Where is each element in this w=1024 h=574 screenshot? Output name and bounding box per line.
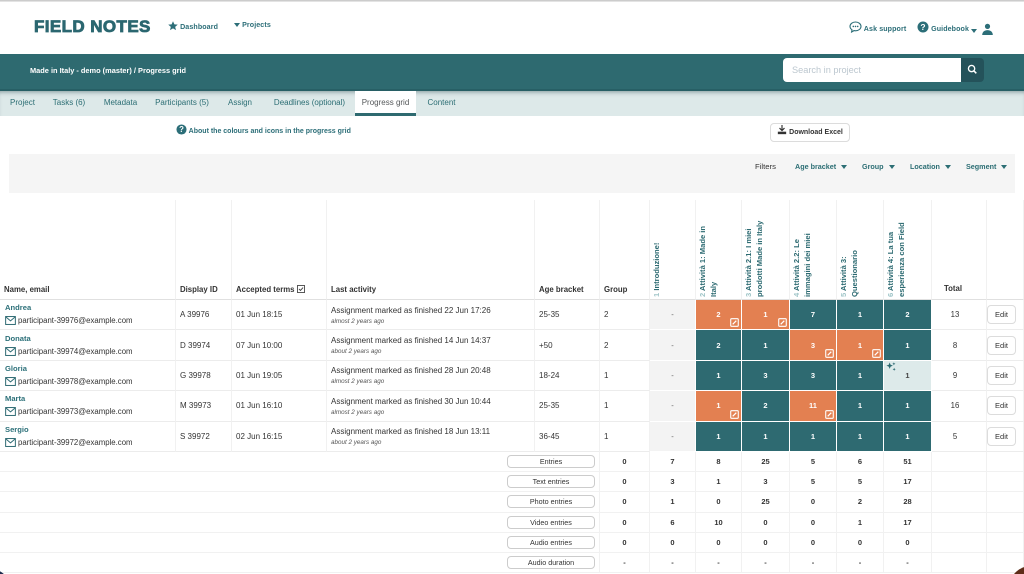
svg-text:?: ? [179,125,184,134]
svg-text:?: ? [920,22,925,32]
